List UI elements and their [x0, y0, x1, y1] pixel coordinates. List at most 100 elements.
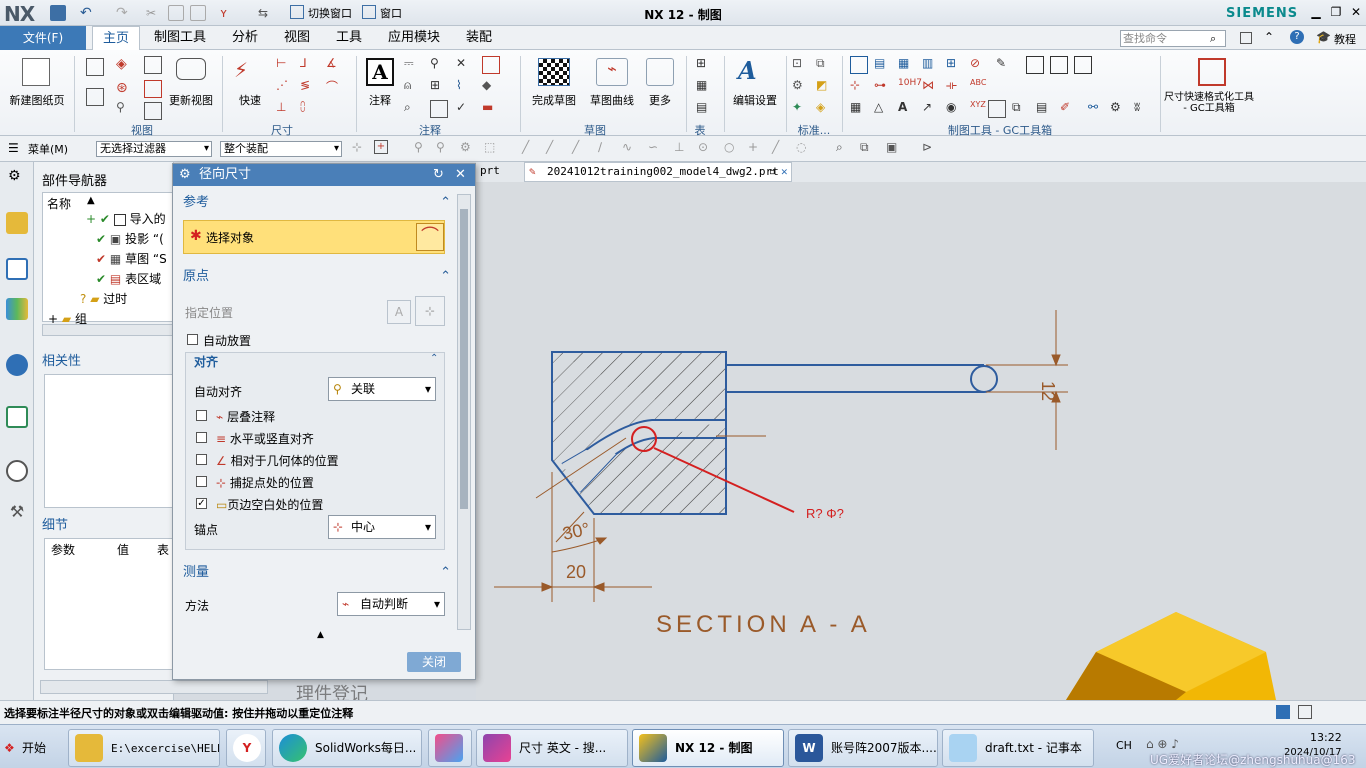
option-checkbox-0[interactable]	[196, 410, 207, 421]
tab-drafting-tools[interactable]: 制图工具	[144, 26, 216, 50]
tutorial-icon[interactable]: 🎓	[1316, 30, 1331, 44]
snap-mid-icon[interactable]: ╱	[572, 140, 579, 154]
assembly-navigator-icon[interactable]	[6, 212, 28, 234]
sort-up-icon[interactable]: ▲	[87, 195, 95, 206]
chamfer-dimension-icon[interactable]: ⋰	[276, 78, 294, 96]
tab-application[interactable]: 应用模块	[378, 26, 450, 50]
expand-more-icon[interactable]: ▲	[317, 630, 324, 640]
datum-target-icon[interactable]: ⍝	[404, 78, 422, 96]
dependencies-title[interactable]: 相关性	[42, 350, 81, 369]
gc-tool-14-icon[interactable]: △	[874, 100, 892, 118]
taskbar-explorer[interactable]: E:\excercise\HELP	[68, 729, 220, 767]
gc-tool-27-icon[interactable]: ⚯	[1088, 100, 1106, 118]
tree-item-projection[interactable]: ✔ ▣ 投影 “(	[96, 230, 164, 250]
new-sheet-icon[interactable]	[22, 58, 50, 86]
update-view-button[interactable]: 更新视图	[166, 92, 216, 108]
detail-view-icon[interactable]	[144, 56, 162, 74]
alignment-section-label[interactable]: 对齐	[194, 353, 218, 370]
fullscreen-icon[interactable]	[1240, 32, 1252, 44]
sketch-curve-icon[interactable]: ⌁	[596, 58, 628, 86]
sketch-curve-button[interactable]: 草图曲线	[586, 92, 638, 108]
dim-20-text[interactable]: 20	[566, 562, 586, 582]
more-button[interactable]: 更多	[644, 92, 676, 108]
gc-tool-6-icon[interactable]: ⊘	[970, 56, 988, 74]
gc-tool-25-icon[interactable]: ▤	[1036, 100, 1054, 118]
id-symbol-icon[interactable]: ✕	[456, 56, 474, 74]
collapse-origin-icon[interactable]: ⌃	[440, 266, 451, 288]
history-icon[interactable]	[6, 406, 28, 428]
close-window-button[interactable]: ✕	[1348, 5, 1364, 19]
collapse-ribbon-icon[interactable]: ⌃	[1264, 30, 1274, 44]
tree-item-table-region[interactable]: ✔ ▤ 表区域	[96, 270, 161, 290]
dim-30-text[interactable]: 30°	[561, 519, 592, 544]
datum-feature-icon[interactable]: ⚲	[430, 56, 448, 74]
select-tool-2-icon[interactable]: ⚲	[436, 140, 445, 154]
linear-dimension-icon[interactable]: ⊢	[276, 56, 294, 74]
arc-length-icon[interactable]: ⌒	[326, 78, 344, 96]
snap-center-icon[interactable]: ⊙	[698, 140, 708, 154]
snap-tangent-icon[interactable]: ╱	[772, 140, 779, 154]
details-hscrollbar[interactable]	[40, 680, 268, 694]
measure-section-header[interactable]: 测量 ⌃	[177, 562, 455, 584]
auto-place-checkbox[interactable]	[187, 334, 198, 345]
quick-dimension-icon[interactable]: ⚡	[234, 58, 266, 84]
gc-tool-4-icon[interactable]: ▥	[922, 56, 940, 74]
taskbar-search[interactable]: 尺寸 英文 - 搜...	[476, 729, 628, 767]
table-note-icon[interactable]: ⊞	[696, 56, 714, 74]
gc-tool-24-icon[interactable]: ⧉	[1012, 100, 1030, 118]
gc-tool-19-icon[interactable]: ✎	[996, 56, 1014, 74]
clock-time[interactable]: 13:22	[1310, 731, 1342, 744]
tray-icons[interactable]: ⌂ ⊕ ♪	[1146, 737, 1179, 751]
tutorial-button[interactable]: 教程	[1334, 31, 1356, 47]
settings-icon[interactable]: ⚙	[8, 168, 21, 184]
update-view-icon[interactable]	[176, 58, 206, 80]
graphics-window[interactable]: 12 30° 20 R? Φ? SECTION A - A 理件登记	[296, 182, 1366, 705]
gc-tool-26-icon[interactable]: ✐	[1060, 100, 1078, 118]
edit-settings-icon[interactable]: A	[738, 56, 768, 86]
restore-button[interactable]: ❐	[1328, 5, 1344, 19]
orient-icon[interactable]: ⊳	[922, 140, 932, 154]
tree-item-outdated[interactable]: ? ▰ 过时	[80, 290, 127, 310]
tab-analysis[interactable]: 分析	[222, 26, 268, 50]
parts-list-icon[interactable]: ▦	[696, 78, 714, 96]
method-dropdown[interactable]: ⌁ 自动判断	[337, 592, 445, 616]
thickness-dimension-icon[interactable]: ≶	[300, 78, 318, 96]
clock-icon[interactable]	[6, 460, 28, 482]
snap-perp-icon[interactable]: ⊥	[674, 140, 684, 154]
file-menu-button[interactable]: 文件(F)	[0, 26, 86, 50]
gc-tool-7-icon[interactable]: ⊹	[850, 78, 868, 96]
dim-quick-format-button[interactable]: 尺寸快速格式化工具 - GC工具箱	[1164, 92, 1254, 114]
view-bound-icon[interactable]	[144, 102, 162, 120]
tab-pin-icon[interactable]: ▫	[769, 163, 776, 181]
collapse-measure-icon[interactable]: ⌃	[440, 562, 451, 584]
tab-home[interactable]: 主页	[92, 26, 141, 50]
tab-active-drawing[interactable]: ✎ 20241012training002_model4_dwg2.prt ▫ …	[524, 162, 792, 182]
section-view-icon[interactable]	[86, 88, 104, 106]
zoom-fit-icon[interactable]: ⌕	[836, 140, 843, 155]
reference-section-header[interactable]: 参考 ⌃	[177, 192, 455, 214]
gc-tool-20-icon[interactable]	[1026, 56, 1044, 74]
taskbar-edge[interactable]: SolidWorks每日...	[272, 729, 422, 767]
finish-sketch-button[interactable]: 完成草图	[528, 92, 580, 108]
quick-dimension-button[interactable]: 快速	[230, 92, 270, 108]
reuse-library-icon[interactable]: ⧉	[816, 56, 834, 74]
option-checkbox-2[interactable]	[196, 454, 207, 465]
library-icon[interactable]: ✦	[792, 100, 810, 118]
gc-tool-2-icon[interactable]: ▤	[874, 56, 892, 74]
base-view-icon[interactable]	[86, 58, 104, 76]
pen-color-icon[interactable]: ▬	[482, 100, 500, 118]
radial-dimension-icon[interactable]: ⅃	[300, 56, 318, 74]
gc-tool-1-icon[interactable]	[850, 56, 868, 74]
angular-dimension-icon[interactable]: ∡	[326, 56, 344, 74]
fastener-icon[interactable]: ⚙	[792, 78, 810, 96]
tab-close-icon[interactable]: ✕	[781, 163, 788, 181]
dialog-close-icon[interactable]: ✕	[455, 164, 466, 186]
break-view-icon[interactable]: ⊛	[116, 80, 134, 98]
taskbar-notepad[interactable]: draft.txt - 记事本	[942, 729, 1094, 767]
dialog-scroll-thumb[interactable]	[460, 209, 468, 509]
snap-icon[interactable]: ⊹	[352, 140, 362, 154]
origin-section-header[interactable]: 原点 ⌃	[177, 266, 455, 288]
weld-symbol-icon[interactable]: ⌇	[456, 78, 474, 96]
gc-tool-17-icon[interactable]: ◉	[946, 100, 964, 118]
image-icon[interactable]	[430, 100, 448, 118]
